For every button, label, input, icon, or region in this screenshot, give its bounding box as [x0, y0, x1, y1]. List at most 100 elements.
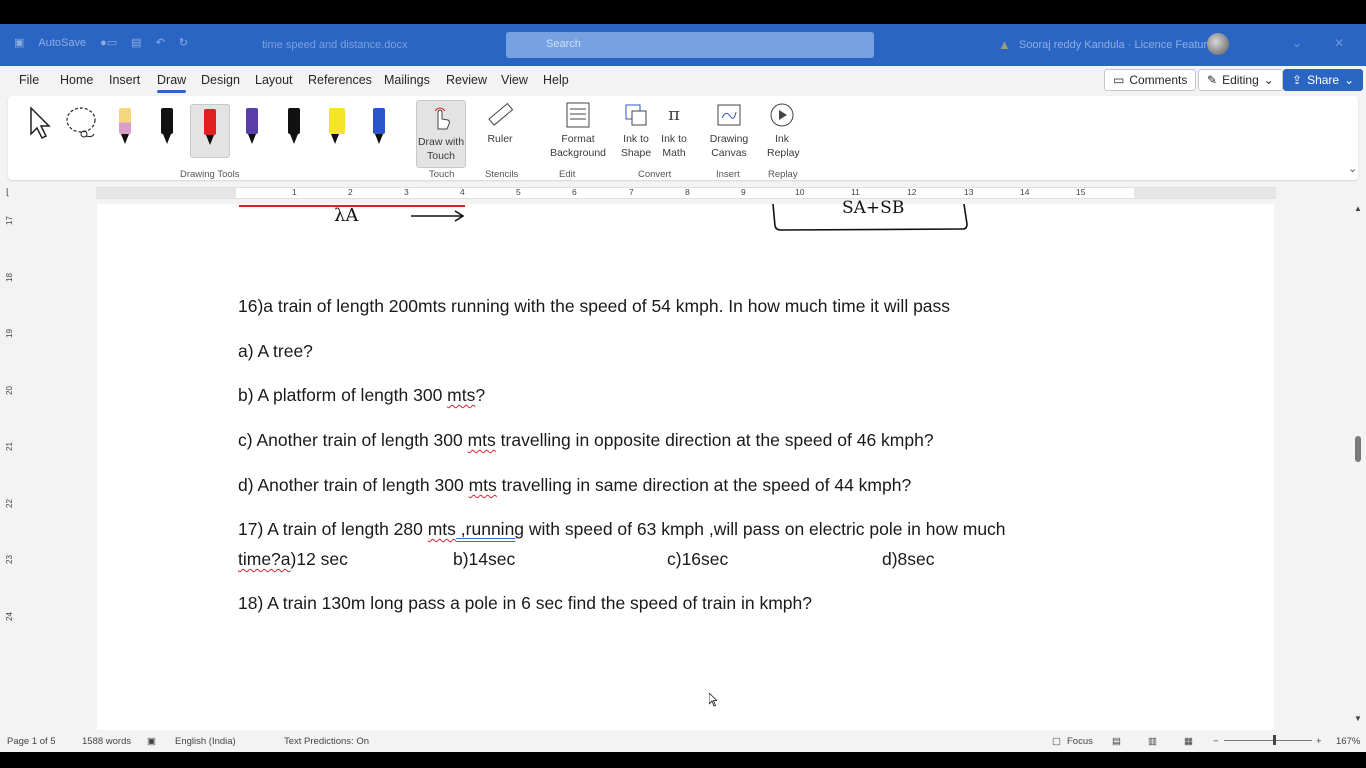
pen-red-icon[interactable] [190, 104, 230, 158]
ink-to-math-icon: π [668, 104, 680, 125]
draw-with-touch-button[interactable]: Draw with Touch [416, 100, 466, 168]
autosave-label[interactable]: AutoSave [38, 37, 86, 49]
tab-mailings[interactable]: Mailings [384, 73, 430, 87]
ruler-button[interactable]: Ruler [482, 100, 518, 146]
vertical-scrollbar[interactable]: ▲ ▼ [1350, 204, 1366, 730]
question-16a: a) A tree? [238, 341, 313, 361]
focus-icon[interactable]: ▢ [1052, 736, 1061, 747]
zoom-slider-thumb[interactable] [1273, 735, 1276, 745]
save-icon[interactable]: ▤ [131, 36, 141, 49]
vertical-ruler: 17 18 19 20 21 22 23 24 [0, 204, 20, 730]
pen-highlighter-yellow-icon[interactable] [107, 104, 143, 152]
lasso-select-icon[interactable] [64, 104, 100, 152]
tab-design[interactable]: Design [201, 73, 240, 87]
read-mode-icon[interactable]: ▤ [1112, 736, 1121, 747]
search-box[interactable]: Search [506, 32, 874, 58]
menu-bar: File Home Insert Draw Design Layout Refe… [0, 66, 1366, 94]
zoom-level[interactable]: 167% [1336, 736, 1360, 747]
share-icon: ⇪ [1292, 73, 1303, 87]
q17-grammar[interactable]: ,running [456, 519, 524, 539]
tab-file[interactable]: File [19, 73, 39, 87]
format-background-icon [563, 100, 593, 130]
highlighter-yellow-icon[interactable] [319, 104, 355, 152]
scroll-up-icon[interactable]: ▲ [1354, 204, 1362, 213]
word-count[interactable]: 1588 words [82, 736, 131, 747]
tab-references[interactable]: References [308, 73, 372, 87]
ink-replay-button[interactable]: Ink Replay [764, 100, 800, 160]
tab-layout[interactable]: Layout [255, 73, 293, 87]
status-bar: Page 1 of 5 1588 words ▣ English (India)… [0, 730, 1366, 752]
chevron-down-icon: ⌄ [1263, 73, 1274, 87]
redo-icon[interactable]: ↻ [179, 36, 188, 49]
drawing-canvas-button[interactable]: Drawing Canvas [708, 100, 750, 160]
q17-time-misspelled[interactable]: time?a [238, 549, 291, 569]
ruler-num: 15 [1076, 187, 1086, 197]
vruler-num: 22 [4, 499, 14, 508]
zoom-in-icon[interactable]: + [1316, 736, 1322, 747]
tab-insert[interactable]: Insert [109, 73, 140, 87]
ruler-icon [485, 100, 515, 130]
page-count[interactable]: Page 1 of 5 [7, 736, 56, 747]
ruler-num: 8 [685, 187, 690, 197]
scrollbar-thumb[interactable] [1355, 436, 1361, 462]
pen-galaxy-icon[interactable] [361, 104, 397, 152]
tab-help[interactable]: Help [543, 73, 569, 87]
collapse-ribbon-icon[interactable]: ⌄ [1348, 162, 1357, 175]
question-16: 16)a train of length 200mts running with… [238, 296, 951, 316]
pen-3-body [246, 108, 258, 144]
word-logo-icon: ▣ [14, 37, 25, 49]
q17-option-b: b)14sec [453, 549, 516, 569]
user-name[interactable]: Sooraj reddy Kandula · Licence Features [1019, 39, 1219, 51]
undo-icon[interactable]: ↶ [156, 36, 165, 49]
zoom-slider[interactable] [1224, 740, 1312, 741]
q17-misspelled[interactable]: mts [428, 519, 456, 539]
autosave-toggle[interactable]: ●▭ [100, 36, 117, 49]
avatar[interactable] [1207, 33, 1229, 55]
ink-to-shape-button[interactable]: Ink to Shape [618, 100, 654, 160]
close-icon[interactable]: ✕ [1334, 36, 1344, 50]
format-background-button[interactable]: Format Background [544, 100, 612, 160]
ink-to-math-button[interactable]: π Ink to Math [656, 100, 692, 160]
vruler-num: 24 [4, 612, 14, 621]
comments-button[interactable]: ▭ Comments [1104, 69, 1197, 91]
q16b-misspelled[interactable]: mts [447, 385, 475, 405]
tab-view[interactable]: View [501, 73, 528, 87]
q16c-misspelled[interactable]: mts [468, 430, 496, 450]
q16d-misspelled[interactable]: mts [469, 475, 497, 495]
share-chevron-icon: ⌄ [1344, 73, 1355, 87]
group-stencils: Stencils [485, 169, 519, 180]
document-page[interactable]: λA SA+SB 16)a train of length 200mts run… [97, 198, 1274, 730]
scroll-down-icon[interactable]: ▼ [1354, 714, 1362, 723]
pen-black-icon[interactable] [149, 104, 185, 152]
tab-stop-icon[interactable]: ⌊ [6, 187, 10, 198]
ruler-num: 3 [404, 187, 409, 197]
q16b-text: b) A platform of length 300 [238, 385, 448, 405]
tab-review[interactable]: Review [446, 73, 487, 87]
language[interactable]: English (India) [175, 736, 236, 747]
ruler-num: 13 [964, 187, 974, 197]
window-controls: ⌄ ✕ [1292, 36, 1344, 50]
tab-draw[interactable]: Draw [157, 73, 187, 93]
pen-4-body [288, 108, 300, 144]
text-predictions[interactable]: Text Predictions: On [284, 736, 369, 747]
pen-purple-icon[interactable] [234, 104, 270, 152]
draw-with-touch-label: Draw with Touch [417, 136, 465, 162]
ruler-track[interactable]: 1 2 3 4 5 6 7 8 9 10 11 12 13 14 15 [96, 187, 1276, 199]
share-button[interactable]: ⇪ Share ⌄ [1283, 69, 1364, 91]
pen-6-body [373, 108, 385, 144]
select-tool-icon[interactable] [22, 104, 58, 152]
editing-mode-button[interactable]: ✎ Editing ⌄ [1198, 69, 1283, 91]
print-layout-icon[interactable]: ▥ [1148, 736, 1157, 747]
ink-replay-label: Ink Replay [767, 133, 800, 159]
ruler-num: 6 [572, 187, 577, 197]
focus-label[interactable]: Focus [1067, 736, 1093, 747]
zoom-out-icon[interactable]: − [1213, 736, 1219, 747]
web-layout-icon[interactable]: ▦ [1184, 736, 1193, 747]
ink-label-left: λA [334, 205, 359, 226]
tab-home[interactable]: Home [60, 73, 93, 87]
question-16b: b) A platform of length 300 mts? [238, 385, 485, 406]
warning-icon[interactable]: ▲ [998, 37, 1011, 52]
minimize-icon[interactable]: ⌄ [1292, 36, 1302, 50]
proofing-icon[interactable]: ▣ [147, 736, 156, 747]
pen-black-2-icon[interactable] [276, 104, 312, 152]
